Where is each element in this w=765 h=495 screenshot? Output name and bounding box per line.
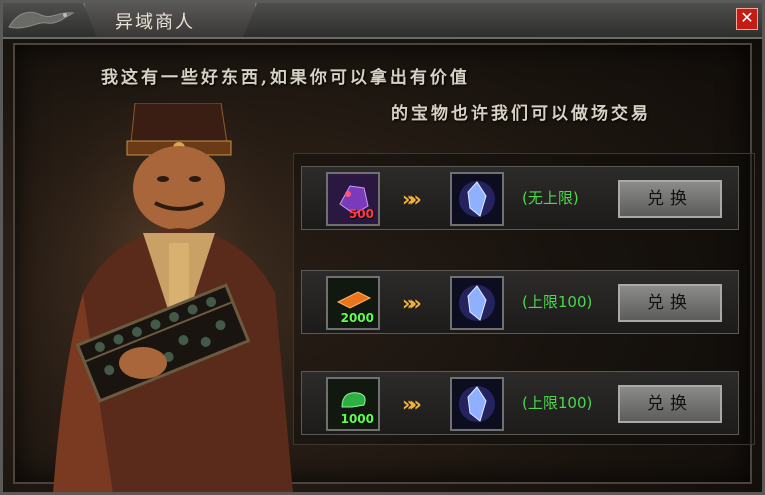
blue-crystal-icon bbox=[452, 174, 502, 224]
exchange-button[interactable]: 兑换 bbox=[618, 284, 722, 322]
blue-crystal-icon bbox=[452, 379, 502, 429]
window-title: 异域商人 bbox=[115, 12, 195, 33]
reward-item-slot[interactable] bbox=[450, 172, 504, 226]
arrow-icon: »» bbox=[402, 392, 422, 416]
close-button[interactable]: ✕ bbox=[736, 8, 758, 30]
arrow-icon: »» bbox=[402, 187, 422, 211]
cost-count: 2000 bbox=[340, 311, 374, 325]
merchant-window: 异域商人 ✕ 我这有一些好东西,如果你可以拿出有价值 的宝物也许我们可以做场交易… bbox=[0, 0, 765, 495]
dragon-ornament-icon bbox=[8, 11, 75, 29]
exchange-button[interactable]: 兑换 bbox=[618, 385, 722, 423]
limit-text: (上限100) bbox=[522, 293, 593, 311]
limit-text: (上限100) bbox=[522, 394, 593, 412]
cost-item-slot[interactable]: 2000 bbox=[326, 276, 380, 330]
trade-row: 1000 »» (上限100) 兑换 bbox=[301, 371, 739, 435]
reward-item-slot[interactable] bbox=[450, 377, 504, 431]
trade-row: 2000 »» (上限100) 兑换 bbox=[301, 270, 739, 334]
merchant-dialog-line-2: 的宝物也许我们可以做场交易 bbox=[391, 104, 651, 124]
blue-crystal-icon bbox=[452, 278, 502, 328]
trade-row: 500 »» (无上限) 兑换 bbox=[301, 166, 739, 230]
cost-count: 500 bbox=[348, 207, 374, 221]
cost-count: 1000 bbox=[340, 412, 374, 426]
exchange-button[interactable]: 兑换 bbox=[618, 180, 722, 218]
cost-item-slot[interactable]: 500 bbox=[326, 172, 380, 226]
reward-item-slot[interactable] bbox=[450, 276, 504, 330]
merchant-dialog-line-1: 我这有一些好东西,如果你可以拿出有价值 bbox=[101, 68, 470, 88]
title-bar[interactable]: 异域商人 ✕ bbox=[3, 3, 762, 39]
limit-text: (无上限) bbox=[522, 189, 579, 207]
merchant-portrait bbox=[23, 103, 303, 492]
cost-item-slot[interactable]: 1000 bbox=[326, 377, 380, 431]
arrow-icon: »» bbox=[402, 291, 422, 315]
